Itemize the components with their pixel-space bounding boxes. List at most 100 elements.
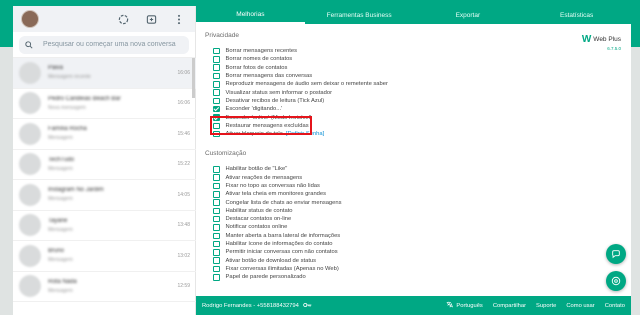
tab-melhorias[interactable]: Melhorias <box>196 6 305 24</box>
privacy-option[interactable]: Esconder 'digitando...' <box>213 105 631 113</box>
checkbox[interactable] <box>213 191 220 198</box>
sidebar-header <box>13 6 195 32</box>
customization-option[interactable]: Destacar contatos on-line <box>213 215 631 223</box>
customization-option[interactable]: Ativar reações de mensagens <box>213 174 631 182</box>
privacy-option[interactable]: Desativar recibos de leitura (Tick Azul) <box>213 97 631 105</box>
checkbox[interactable] <box>213 224 220 231</box>
footer-bar: Rodrigo Fernandes - +558188432794 Portug… <box>196 296 631 315</box>
checkbox[interactable] <box>213 56 220 63</box>
chat-meta: 14:05 <box>170 192 190 198</box>
share-link[interactable]: Compartilhar <box>493 303 526 309</box>
checkbox[interactable] <box>213 274 220 281</box>
language-selector[interactable]: Português <box>446 301 483 310</box>
sidebar: PaivaMensagem recente16:06Pedro Candeias… <box>13 6 196 315</box>
checkbox[interactable] <box>213 249 220 256</box>
customization-option[interactable]: Manter aberta a barra lateral de informa… <box>213 232 631 240</box>
privacy-option[interactable]: Borrar nomes de contatos <box>213 55 631 63</box>
checkbox[interactable] <box>213 89 220 96</box>
chat-list-item[interactable]: Rota Nada Mensagem 12:59 <box>13 272 196 302</box>
customization-option[interactable]: Fixar no topo as conversas não lidas <box>213 182 631 190</box>
customization-option[interactable]: Ativar tela cheia em monitores grandes <box>213 190 631 198</box>
checkbox[interactable] <box>213 81 220 88</box>
chat-avatar <box>19 61 41 84</box>
customization-option[interactable]: Habilitar ícone de informações do contat… <box>213 240 631 248</box>
privacy-option[interactable]: Reproduzir mensagens de áudio sem deixar… <box>213 80 631 88</box>
checkbox[interactable] <box>213 215 220 223</box>
option-label: Habilitar botão de "Like" <box>225 166 288 173</box>
chat-preview: Mensagem <box>48 196 73 203</box>
checkbox[interactable] <box>213 240 220 248</box>
checkbox[interactable] <box>213 265 220 273</box>
new-chat-icon[interactable] <box>143 11 159 27</box>
privacy-option[interactable]: Borrar mensagens das conversas <box>213 72 631 80</box>
chat-body: Instagram No Jardim Mensagem <box>48 187 170 202</box>
checkbox[interactable] <box>213 97 220 105</box>
checkbox[interactable] <box>213 105 220 113</box>
customization-option[interactable]: Congelar lista de chats ao enviar mensag… <box>213 198 631 206</box>
option-label: Congelar lista de chats ao enviar mensag… <box>225 199 342 206</box>
privacy-option[interactable]: Borrar fotos de contatos <box>213 64 631 72</box>
option-label: Ativar tela cheia em monitores grandes <box>225 191 327 198</box>
chat-body: Família Rocha Mensagem <box>48 126 170 141</box>
checkbox[interactable] <box>213 207 220 215</box>
avatar[interactable] <box>21 10 39 28</box>
chat-avatar <box>19 183 41 206</box>
chat-meta: 16:06 <box>170 100 190 106</box>
support-fab[interactable] <box>606 271 626 291</box>
menu-icon[interactable] <box>171 11 187 27</box>
chat-list-item[interactable]: Tayane Mensagem 13:48 <box>13 211 196 241</box>
privacy-option[interactable]: Borrar mensagens recentes <box>213 47 631 55</box>
checkbox[interactable] <box>213 174 220 181</box>
search-input[interactable] <box>43 41 183 48</box>
customization-option[interactable]: Ativar botão de download de status <box>213 257 631 265</box>
chat-meta: 12:59 <box>170 283 190 289</box>
option-label: Habilitar status de contato <box>225 207 293 214</box>
chat-body: Rota Nada Mensagem <box>48 279 170 294</box>
tab-ferramentas-business[interactable]: Ferramentas Business <box>305 6 414 24</box>
chat-list-item[interactable]: Família Rocha Mensagem 15:46 <box>13 119 196 150</box>
customization-option[interactable]: Papel de parede personalizado <box>213 273 631 281</box>
search-icon[interactable] <box>25 36 33 54</box>
tab-estatisticas[interactable]: Estatísticas <box>522 6 631 24</box>
customization-option[interactable]: Notificar contatos online <box>213 223 631 231</box>
option-label: Borrar nomes de contatos <box>225 56 293 63</box>
status-icon[interactable] <box>115 11 131 27</box>
customization-option[interactable]: Permitir iniciar conversas com não conta… <box>213 248 631 256</box>
chat-list-item[interactable]: Paiva Mensagem recente 16:06 <box>13 58 196 89</box>
tab-exportar[interactable]: Exportar <box>414 6 523 24</box>
customization-option[interactable]: Fixar conversas ilimitadas (Apenas no We… <box>213 265 631 273</box>
chat-list-item[interactable]: TechTudo Mensagem 15:22 <box>13 150 196 180</box>
chat-preview: Nova mensagem <box>48 104 86 111</box>
howto-link[interactable]: Como usar <box>566 303 594 309</box>
highlight-box <box>210 116 312 135</box>
footer-user: Rodrigo Fernandes - +558188432794 <box>202 302 436 310</box>
chat-time: 14:05 <box>177 191 190 198</box>
chat-bubble-fab[interactable] <box>606 244 626 264</box>
chat-time: 13:02 <box>177 252 190 259</box>
checkbox[interactable] <box>213 199 220 206</box>
customization-option[interactable]: Habilitar botão de "Like" <box>213 165 631 173</box>
checkbox[interactable] <box>213 182 220 190</box>
chat-preview: Mensagem <box>48 287 73 294</box>
checkbox[interactable] <box>213 257 220 264</box>
chat-body: Bruno Mensagem <box>48 248 170 263</box>
option-label: Borrar mensagens das conversas <box>225 73 313 80</box>
chat-time: 12:59 <box>177 283 190 290</box>
chat-list-item[interactable]: Pedro Candeias Beach Bar Nova mensagem 16:… <box>13 89 196 119</box>
chat-list-item[interactable]: Instagram No Jardim Mensagem 14:05 <box>13 180 196 211</box>
chat-list-scrollbar[interactable] <box>192 58 195 98</box>
checkbox[interactable] <box>213 232 220 240</box>
chat-list-item[interactable]: Bruno Mensagem 13:02 <box>13 241 196 272</box>
support-link[interactable]: Suporte <box>536 303 556 309</box>
privacy-option[interactable]: Visualizar status sem informar o postado… <box>213 88 631 96</box>
checkbox[interactable] <box>213 47 220 55</box>
chat-preview: Mensagem <box>48 257 73 264</box>
customization-option[interactable]: Habilitar status de contato <box>213 207 631 215</box>
chat-time: 16:06 <box>177 100 190 107</box>
checkbox[interactable] <box>213 166 220 173</box>
chat-time: 16:06 <box>177 69 190 76</box>
checkbox[interactable] <box>213 72 220 80</box>
search-box <box>19 35 189 54</box>
checkbox[interactable] <box>213 64 220 71</box>
contact-link[interactable]: Contato <box>605 303 625 309</box>
